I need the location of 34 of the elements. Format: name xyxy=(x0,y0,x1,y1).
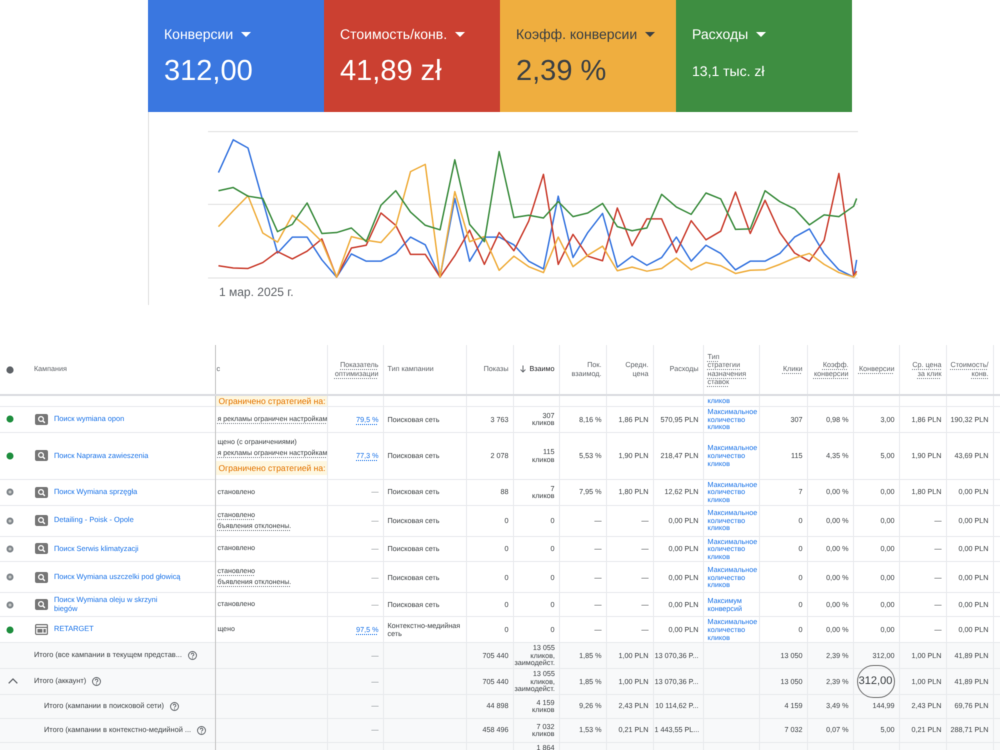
metric-label: Стоимость/конв. xyxy=(340,26,448,42)
chevron-up-icon[interactable] xyxy=(8,678,18,684)
search-icon xyxy=(35,450,48,462)
search-icon xyxy=(35,414,48,425)
help-icon[interactable] xyxy=(92,676,102,686)
metric-card[interactable]: Конверсии 312,00 xyxy=(148,0,324,112)
status-badge: Ограничено стратегией на: xyxy=(216,460,326,475)
status-dot-icon xyxy=(6,366,14,374)
window-icon xyxy=(35,624,48,636)
search-icon xyxy=(35,486,48,498)
metric-value: 2,39 % xyxy=(516,56,606,86)
search-icon xyxy=(35,572,48,583)
metric-value: 41,89 zł xyxy=(340,56,442,86)
help-icon[interactable] xyxy=(170,702,179,711)
metric-card[interactable]: Коэфф. конверсии 2,39 % xyxy=(500,0,676,112)
search-icon xyxy=(35,599,48,610)
sort-arrow-icon[interactable] xyxy=(520,365,526,374)
help-icon[interactable] xyxy=(197,726,206,735)
dropdown-caret-icon[interactable] xyxy=(645,32,656,36)
metric-label: Расходы xyxy=(692,26,748,42)
metric-value: 312,00 xyxy=(164,56,253,86)
help-icon[interactable] xyxy=(188,651,197,660)
status-badge: Ограничено стратегией на: xyxy=(216,396,326,406)
date-axis-label: 1 мар. 2025 г. xyxy=(219,285,294,299)
dropdown-caret-icon[interactable] xyxy=(455,32,466,36)
search-icon xyxy=(35,543,48,554)
metric-label: Конверсии xyxy=(164,26,234,42)
metric-card[interactable]: Расходы 13,1 тыс. zł xyxy=(676,0,852,112)
metric-value: 13,1 тыс. zł xyxy=(692,63,765,79)
dropdown-caret-icon[interactable] xyxy=(241,32,252,36)
metric-label: Коэфф. конверсии xyxy=(516,26,638,42)
search-icon xyxy=(35,515,48,526)
metric-card[interactable]: Стоимость/конв. 41,89 zł xyxy=(324,0,500,112)
dropdown-caret-icon[interactable] xyxy=(756,32,766,36)
